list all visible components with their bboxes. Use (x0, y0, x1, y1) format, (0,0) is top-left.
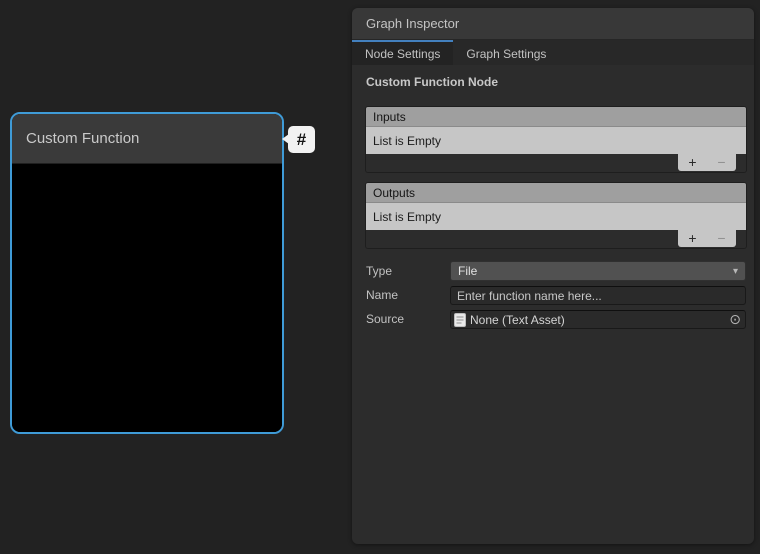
outputs-footer-buttons: + − (678, 230, 736, 247)
source-object-value: None (Text Asset) (470, 313, 565, 327)
tab-node-settings[interactable]: Node Settings (352, 40, 453, 65)
outputs-add-button[interactable]: + (681, 230, 705, 247)
inputs-list-footer: + − (366, 154, 746, 172)
inputs-footer-buttons: + − (678, 154, 736, 171)
text-asset-icon (454, 313, 466, 327)
property-rows: Type File ▾ Name Source (366, 261, 746, 329)
tab-graph-settings[interactable]: Graph Settings (453, 40, 559, 65)
graph-inspector-panel: Graph Inspector Node Settings Graph Sett… (352, 8, 754, 544)
source-label: Source (366, 312, 450, 326)
source-object-field[interactable]: None (Text Asset) ⊙ (450, 310, 746, 329)
panel-title: Graph Inspector (366, 16, 459, 31)
outputs-list-footer: + − (366, 230, 746, 248)
inputs-list: Inputs List is Empty + − (366, 107, 746, 172)
name-label: Name (366, 288, 450, 302)
inputs-list-header: Inputs (366, 107, 746, 127)
hash-badge-button[interactable]: # (288, 126, 315, 153)
custom-function-node[interactable]: Custom Function (10, 112, 284, 434)
source-row: Source None (Text Asse (366, 309, 746, 329)
type-dropdown[interactable]: File ▾ (450, 261, 746, 281)
tab-graph-settings-label: Graph Settings (466, 47, 546, 61)
section-title: Custom Function Node (366, 75, 746, 89)
inspector-tabbar: Node Settings Graph Settings (352, 40, 754, 65)
object-picker-icon[interactable]: ⊙ (729, 311, 741, 328)
outputs-list-title: Outputs (373, 186, 415, 200)
name-row: Name (366, 285, 746, 305)
node-title-bar[interactable]: Custom Function (12, 114, 282, 164)
outputs-list-header: Outputs (366, 183, 746, 203)
outputs-list: Outputs List is Empty + − (366, 183, 746, 248)
inputs-empty-label: List is Empty (373, 134, 441, 148)
hash-icon: # (297, 130, 306, 150)
tab-node-settings-label: Node Settings (365, 47, 440, 61)
inspector-body: Custom Function Node Inputs List is Empt… (352, 75, 754, 329)
inputs-list-empty-row: List is Empty (366, 127, 746, 154)
inputs-add-button[interactable]: + (681, 154, 705, 171)
node-title-label: Custom Function (26, 130, 139, 147)
outputs-remove-button[interactable]: − (710, 230, 734, 247)
graph-canvas[interactable]: Custom Function # Graph Inspector Node S… (0, 0, 760, 554)
function-name-input[interactable] (450, 286, 746, 305)
type-row: Type File ▾ (366, 261, 746, 281)
node-preview-body (12, 164, 282, 432)
inputs-remove-button[interactable]: − (710, 154, 734, 171)
chevron-down-icon: ▾ (733, 266, 738, 277)
panel-header: Graph Inspector (352, 8, 754, 40)
inputs-list-title: Inputs (373, 110, 406, 124)
outputs-empty-label: List is Empty (373, 210, 441, 224)
outputs-list-empty-row: List is Empty (366, 203, 746, 230)
type-label: Type (366, 264, 450, 278)
type-dropdown-value: File (458, 264, 477, 278)
